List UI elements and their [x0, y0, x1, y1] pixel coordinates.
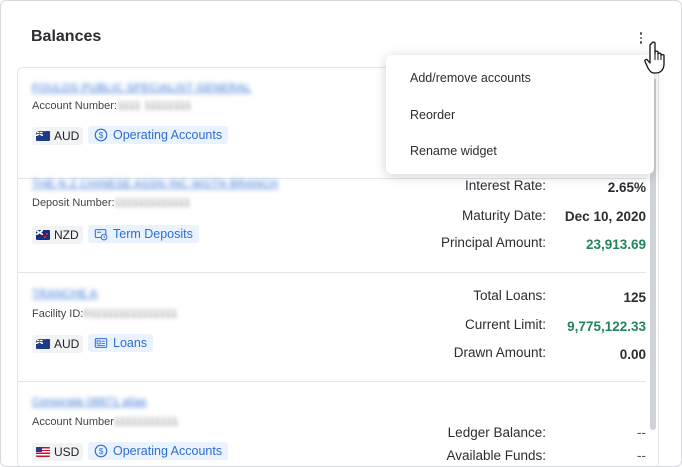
account-type-badge: $ Operating Accounts	[88, 442, 229, 460]
ledger-balance-value: --	[637, 425, 646, 440]
term-deposit-icon	[94, 229, 108, 241]
account-name-link[interactable]: Corporate 08871 alias	[32, 396, 147, 408]
currency-code: AUD	[54, 337, 80, 351]
account-number: Account Number11111111111	[32, 416, 179, 428]
new-zealand-flag-icon	[36, 230, 50, 240]
dollar-circle-icon: $	[94, 128, 108, 142]
widget-title: Balances	[31, 28, 102, 45]
available-funds-value: --	[637, 448, 646, 463]
currency-code: USD	[54, 445, 80, 459]
ledger-balance-label: Ledger Balance:	[447, 425, 546, 440]
account-number-label: Deposit Number:	[32, 197, 115, 209]
united-states-flag-icon	[36, 447, 50, 457]
current-limit-label: Current Limit:	[464, 317, 546, 332]
currency-badge: AUD	[32, 335, 84, 353]
account-number: Deposit Number:1111111111111	[32, 197, 191, 209]
interest-rate-label: Interest Rate:	[464, 178, 546, 193]
options-menu: Add/remove accounts Reorder Rename widge…	[386, 55, 654, 174]
menu-item-rename-widget[interactable]: Rename widget	[410, 144, 497, 158]
account-number-label: Facility ID:	[32, 308, 84, 320]
account-type-badge: Term Deposits	[88, 225, 199, 243]
currency-badge: AUD	[32, 127, 84, 145]
account-type-label: Loans	[113, 336, 148, 350]
interest-rate-value: 2.65%	[607, 180, 646, 195]
account-type-label: Term Deposits	[113, 227, 193, 241]
account-number: Account Number:1111 11111111	[32, 100, 192, 112]
dollar-circle-icon: $	[94, 444, 108, 458]
account-number-value: 11111111111	[113, 416, 179, 428]
balances-widget: Balances FOULDS PUBLIC SPECIALIST GENERA…	[0, 0, 682, 467]
drawn-amount-label: Drawn Amount:	[453, 345, 546, 360]
account-number-value: 1111111111111	[114, 197, 191, 209]
current-limit-value: 9,775,122.33	[567, 319, 646, 334]
available-funds-label: Available Funds:	[446, 448, 546, 463]
account-row[interactable]: THE N Z CHINESE ASSN INC WGTN BRANCH Dep…	[18, 178, 646, 273]
account-type-label: Operating Accounts	[113, 128, 223, 142]
account-number-label: Account Number	[32, 416, 114, 428]
total-loans-value: 125	[623, 290, 646, 305]
account-name-link[interactable]: TRANCHE A	[32, 288, 98, 300]
account-number: Facility ID:0111111111111111	[32, 308, 178, 320]
account-type-badge: Loans	[88, 334, 154, 352]
currency-badge: NZD	[32, 226, 83, 244]
account-row[interactable]: Corporate 08871 alias Account Number1111…	[18, 381, 646, 466]
principal-amount-value: 23,913.69	[585, 237, 646, 252]
account-row[interactable]: TRANCHE A Facility ID:0111111111111111 A…	[18, 272, 646, 382]
svg-text:$: $	[99, 130, 104, 140]
account-number-value: 0111111111111111	[83, 308, 178, 320]
account-number-value: 1111 11111111	[116, 100, 192, 112]
drawn-amount-value: 0.00	[619, 347, 646, 362]
total-loans-label: Total Loans:	[473, 288, 546, 303]
account-number-label: Account Number:	[32, 100, 117, 112]
svg-text:$: $	[99, 446, 104, 456]
account-type-badge: $ Operating Accounts	[88, 126, 229, 144]
menu-item-reorder[interactable]: Reorder	[410, 108, 455, 122]
principal-amount-label: Principal Amount:	[440, 235, 546, 250]
australia-flag-icon	[36, 339, 50, 349]
account-name-link[interactable]: FOULDS PUBLIC SPECIALIST GENERAL	[32, 82, 251, 94]
australia-flag-icon	[36, 131, 50, 141]
account-type-label: Operating Accounts	[113, 444, 223, 458]
currency-code: AUD	[54, 129, 80, 143]
hand-pointer-cursor-icon	[644, 41, 665, 74]
maturity-date-value: Dec 10, 2020	[564, 209, 646, 224]
maturity-date-label: Maturity Date:	[461, 208, 546, 223]
currency-code: NZD	[54, 228, 79, 242]
account-name-link[interactable]: THE N Z CHINESE ASSN INC WGTN BRANCH	[32, 178, 278, 190]
menu-item-add-remove-accounts[interactable]: Add/remove accounts	[410, 71, 531, 85]
currency-badge: USD	[32, 443, 84, 461]
loan-card-icon	[94, 338, 108, 348]
